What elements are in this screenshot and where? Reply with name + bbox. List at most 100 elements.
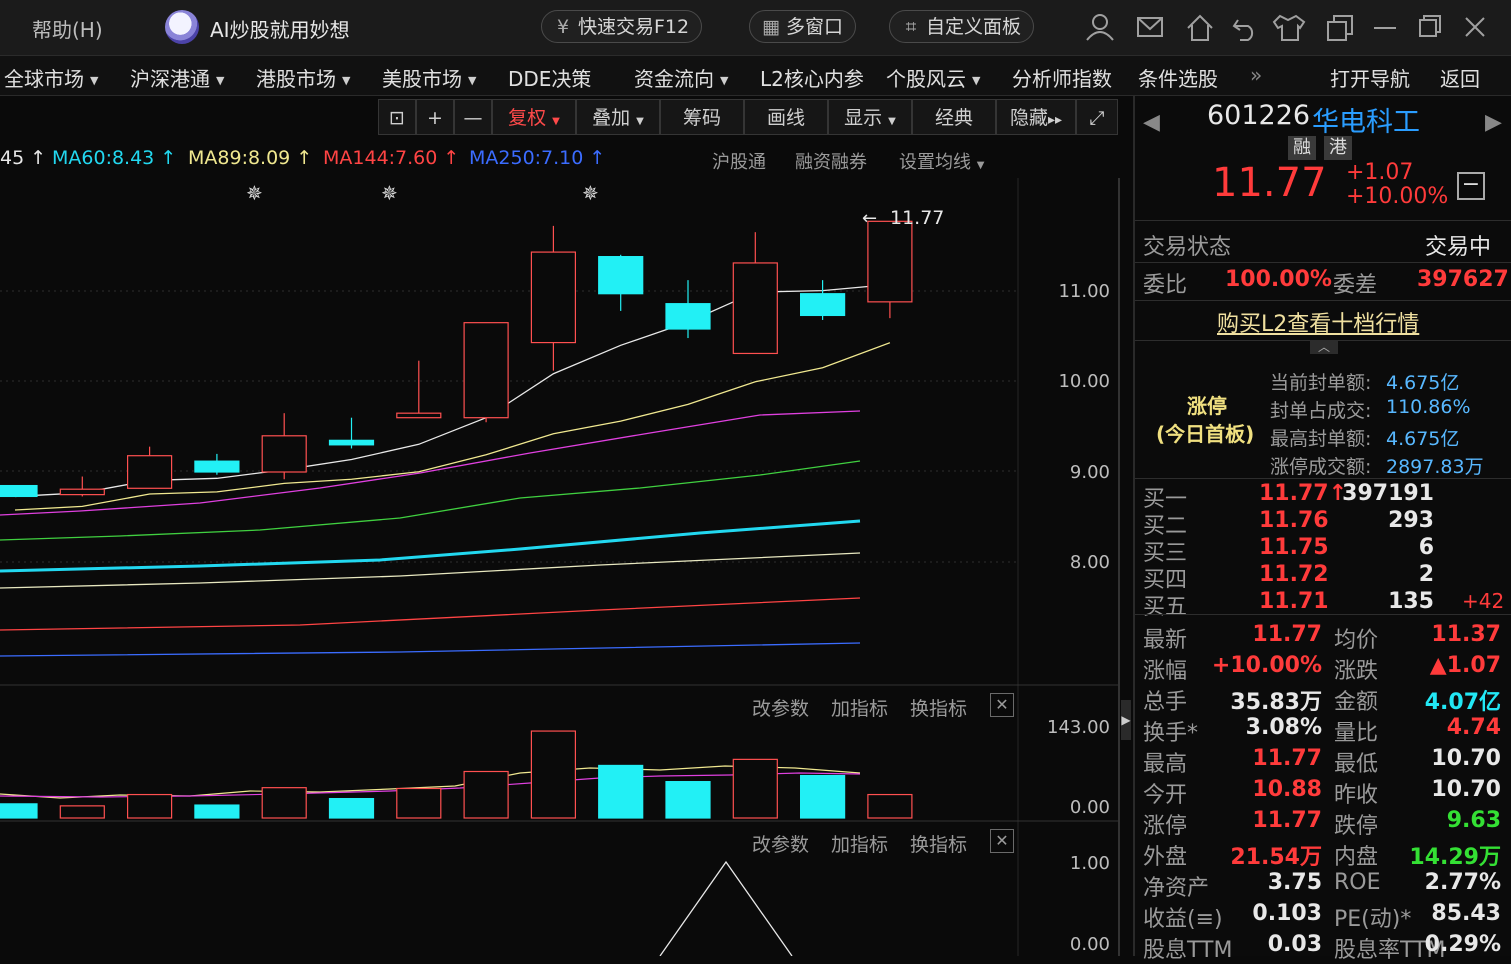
menu-l2-insight[interactable]: L2核心内参 — [760, 63, 864, 92]
stat-value: 9.63 — [1446, 808, 1501, 833]
prev-stock-icon[interactable]: ◀ — [1143, 110, 1160, 135]
stat-label: 最低 — [1334, 752, 1379, 777]
volume-bar — [194, 804, 240, 819]
switch-indicator-button[interactable]: 换指标 — [910, 830, 967, 857]
stat-value: 85.43 — [1431, 901, 1501, 926]
candle-body — [328, 439, 375, 446]
stat-value: 0.29% — [1424, 932, 1501, 957]
volume-bar — [59, 805, 105, 819]
menu-open-nav[interactable]: 打开导航 — [1330, 63, 1410, 92]
volume-bar — [126, 793, 173, 819]
fullscreen-icon[interactable]: ⤢ — [1076, 99, 1118, 135]
adjust-rights-dropdown[interactable]: 复权 ▼ — [492, 99, 576, 135]
candle-body — [59, 488, 105, 496]
ma144-legend: MA144:7.60 ↑ — [323, 147, 460, 169]
limit-stat-value: 4.675亿 — [1386, 372, 1460, 394]
quick-trade-button[interactable]: ¥ 快速交易F12 — [541, 10, 703, 43]
candle-body — [0, 484, 38, 498]
event-marker-icon: ✵ — [246, 181, 263, 205]
close-icon[interactable] — [1465, 17, 1485, 37]
hide-button[interactable]: 隐藏▸▸ — [996, 99, 1076, 135]
caret-down-icon: ▼ — [720, 74, 729, 87]
lock-icon[interactable]: ⊡ — [378, 99, 416, 135]
hk-connect-tool[interactable]: 沪股通 — [712, 148, 766, 174]
weicha-value: 397627 — [1417, 267, 1509, 292]
collapse-handle-icon[interactable]: ▶ — [1121, 700, 1131, 740]
display-dropdown[interactable]: 显示 ▼ — [828, 99, 912, 135]
status-label: 交易状态 — [1143, 235, 1232, 260]
bid-volume: 293 — [1388, 508, 1434, 533]
ma-settings-dropdown[interactable]: 设置均线 ▼ — [899, 148, 984, 174]
hk-connect-tag: 港 — [1324, 136, 1352, 160]
caret-down-icon: ▼ — [216, 74, 225, 87]
caret-down-icon: ▼ — [976, 160, 985, 171]
window-icon[interactable] — [1327, 15, 1353, 41]
menu-stock-news[interactable]: 个股风云 ▼ — [886, 63, 980, 92]
shirt-icon[interactable] — [1272, 14, 1306, 41]
limit-stat-label: 当前封单额: — [1270, 372, 1372, 394]
caret-down-icon: ▼ — [636, 116, 644, 127]
volume-bar — [867, 793, 913, 819]
custom-panel-button[interactable]: ⌗ 自定义面板 — [889, 10, 1035, 43]
stock-code: 601226 — [1207, 100, 1311, 131]
zoom-out-icon[interactable]: — — [454, 99, 492, 135]
buy-l2-link[interactable]: 购买L2查看十档行情 — [1217, 306, 1419, 338]
grid-icon: ▦ — [762, 16, 780, 38]
current-price: 11.77 — [1212, 160, 1327, 206]
next-stock-icon[interactable]: ▶ — [1485, 110, 1502, 135]
help-menu[interactable]: 帮助(H) — [32, 14, 103, 43]
ai-assistant-link[interactable]: AI炒股就用妙想 — [210, 14, 350, 43]
restore-icon[interactable] — [1419, 15, 1441, 37]
undo-icon[interactable] — [1232, 19, 1254, 41]
add-indicator-button[interactable]: 加指标 — [831, 830, 888, 857]
bid-price: 11.76 — [1259, 508, 1329, 533]
menu-hk-connect[interactable]: 沪深港通 ▼ — [130, 63, 224, 92]
add-indicator-button[interactable]: 加指标 — [831, 694, 888, 721]
bid-volume: 2 — [1418, 562, 1434, 587]
close-panel-icon[interactable]: ✕ — [990, 829, 1014, 853]
collapse-icon[interactable]: − — [1457, 172, 1485, 200]
weibi-label: 委比 — [1143, 273, 1188, 298]
candle-body — [867, 220, 913, 303]
menu-more-icon[interactable]: » — [1250, 63, 1262, 87]
mail-icon[interactable] — [1137, 17, 1163, 37]
stat-label: 总手 — [1143, 690, 1188, 715]
classic-button[interactable]: 经典 — [912, 99, 996, 135]
last-price-pointer: ← — [862, 208, 877, 229]
stat-value: 2.77% — [1424, 870, 1501, 895]
bid-volume: 397191 — [1342, 481, 1434, 506]
price-axis-label: 8.00 — [1069, 552, 1110, 573]
indicator-line — [659, 860, 793, 956]
window-controls — [1086, 14, 1485, 41]
close-panel-icon[interactable]: ✕ — [990, 693, 1014, 717]
stat-value: 11.77 — [1252, 746, 1322, 771]
volume-bar — [328, 797, 375, 819]
switch-indicator-button[interactable]: 换指标 — [910, 694, 967, 721]
edit-params-button[interactable]: 改参数 — [752, 830, 809, 857]
expand-up-icon[interactable]: ︿ — [1310, 340, 1338, 354]
edit-params-button[interactable]: 改参数 — [752, 694, 809, 721]
menu-back[interactable]: 返回 — [1440, 63, 1480, 92]
menu-dde[interactable]: DDE决策 — [508, 63, 591, 92]
menu-global-market[interactable]: 全球市场 ▼ — [4, 63, 98, 92]
menu-stock-screener[interactable]: 条件选股 — [1138, 63, 1218, 92]
overlay-dropdown[interactable]: 叠加 ▼ — [576, 99, 660, 135]
user-icon[interactable] — [1086, 14, 1114, 41]
ma250-legend: MA250:7.10 ↑ — [469, 147, 606, 169]
caret-down-icon: ▼ — [90, 74, 99, 87]
draw-line-button[interactable]: 画线 — [744, 99, 828, 135]
menu-fund-flow[interactable]: 资金流向 ▼ — [634, 63, 728, 92]
multi-window-button[interactable]: ▦ 多窗口 — [749, 10, 857, 43]
menu-us-market[interactable]: 美股市场 ▼ — [382, 63, 476, 92]
zoom-in-icon[interactable]: + — [416, 99, 454, 135]
menu-analyst-index[interactable]: 分析师指数 — [1012, 63, 1112, 92]
chips-button[interactable]: 筹码 — [660, 99, 744, 135]
ma250-line — [0, 642, 861, 657]
margin-tool[interactable]: 融资融券 — [795, 148, 867, 174]
bid-level-label: 买五 — [1143, 595, 1188, 620]
volume-bar — [463, 770, 509, 819]
stat-label: 今开 — [1143, 783, 1188, 808]
home-icon[interactable] — [1187, 14, 1213, 41]
last-price-label: 11.77 — [890, 207, 944, 229]
menu-hk-market[interactable]: 港股市场 ▼ — [256, 63, 350, 92]
